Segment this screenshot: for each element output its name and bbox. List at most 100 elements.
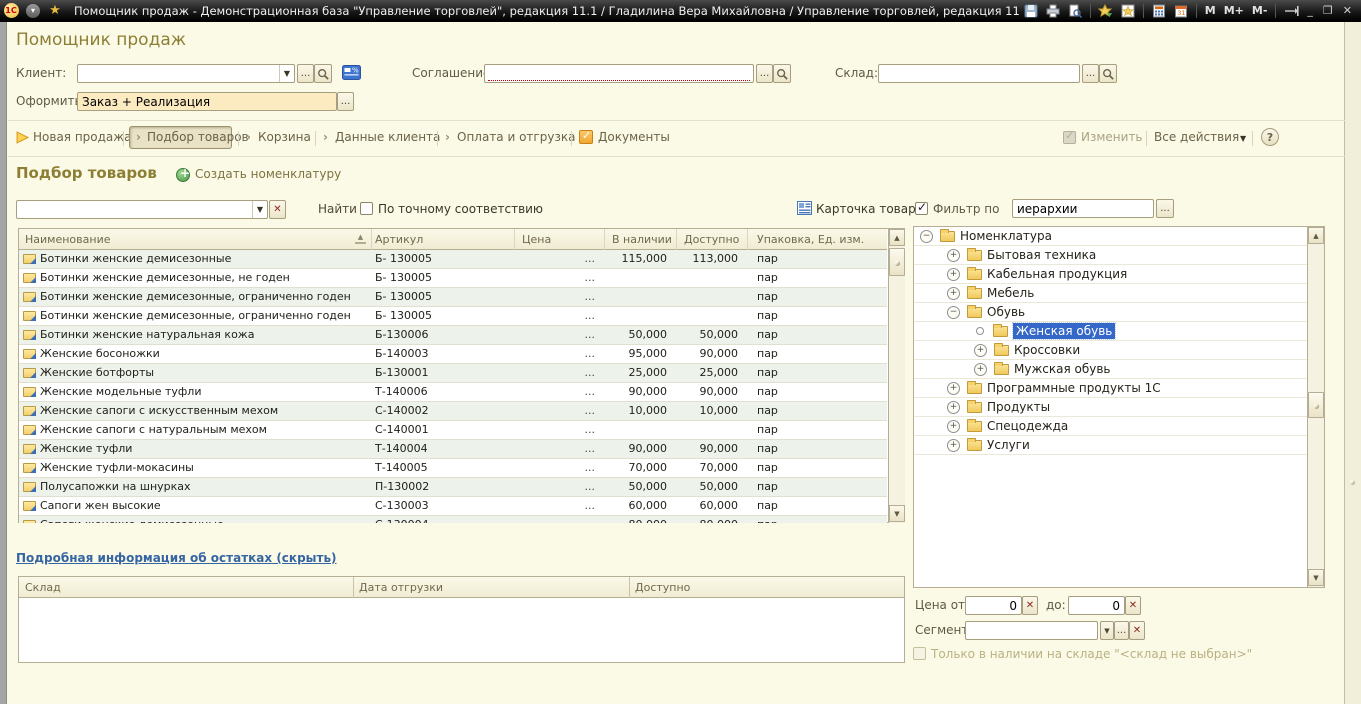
tree-item[interactable]: +Кроссовки xyxy=(914,341,1307,360)
table-row[interactable]: Ботинки женские демисезонные, не годенБ-… xyxy=(19,269,887,288)
filter-by-checkbox[interactable] xyxy=(915,202,928,215)
price-picker-cell[interactable]: ... xyxy=(518,516,600,523)
tree-item[interactable]: +Мужская обувь xyxy=(914,360,1307,379)
discount-card-icon[interactable]: % xyxy=(342,65,361,83)
price-to-clear-button[interactable]: ✕ xyxy=(1125,596,1141,615)
price-picker-cell[interactable]: ... xyxy=(518,288,600,306)
price-from-clear-button[interactable]: ✕ xyxy=(1022,596,1038,615)
price-picker-cell[interactable]: ... xyxy=(518,383,600,401)
table-row[interactable]: Женские туфлиТ-140004...90,00090,000пар xyxy=(19,440,887,459)
price-picker-cell[interactable]: ... xyxy=(518,402,600,420)
table-row[interactable]: Женские сапоги с искусственным мехомС-14… xyxy=(19,402,887,421)
segment-choose-button[interactable]: ... xyxy=(1114,621,1129,640)
price-from-input[interactable] xyxy=(965,596,1022,615)
price-picker-cell[interactable]: ... xyxy=(518,440,600,458)
expand-icon[interactable]: + xyxy=(947,249,960,262)
product-card-button[interactable]: Карточка товара xyxy=(816,202,923,216)
column-name[interactable]: Наименование xyxy=(25,229,355,250)
issue-choose-button[interactable]: ... xyxy=(337,92,354,111)
table-row[interactable]: Женские модельные туфлиТ-140006...90,000… xyxy=(19,383,887,402)
search-input[interactable] xyxy=(16,200,268,219)
products-scrollbar[interactable]: ▲ ▼ xyxy=(888,229,905,523)
favorites-star-icon[interactable]: ★ xyxy=(46,3,64,19)
scroll-down-icon[interactable]: ▼ xyxy=(1308,569,1324,586)
only-in-stock-checkbox[interactable] xyxy=(913,647,926,660)
price-picker-cell[interactable]: ... xyxy=(518,421,600,439)
edit-button[interactable]: Изменить xyxy=(1081,130,1143,144)
table-row[interactable]: Женские туфли-мокасиныТ-140005...70,0007… xyxy=(19,459,887,478)
agreement-choose-button[interactable]: ... xyxy=(756,64,773,83)
client-choose-button[interactable]: ... xyxy=(297,64,314,83)
minimize-button[interactable]: _ xyxy=(1302,4,1318,17)
table-row[interactable]: Ботинки женские демисезонныеБ- 130005...… xyxy=(19,250,887,269)
price-picker-cell[interactable]: ... xyxy=(518,307,600,325)
price-picker-cell[interactable]: ... xyxy=(518,345,600,363)
price-picker-cell[interactable]: ... xyxy=(518,497,600,515)
expand-icon[interactable]: + xyxy=(947,382,960,395)
scroll-thumb[interactable] xyxy=(1308,392,1324,418)
price-picker-cell[interactable]: ... xyxy=(518,478,600,496)
tree-item[interactable]: −Номенклатура xyxy=(914,227,1307,246)
segment-dropdown-button[interactable]: ▼ xyxy=(1100,621,1114,640)
table-row[interactable]: Ботинки женские демисезонные, ограниченн… xyxy=(19,307,887,326)
expand-icon[interactable]: + xyxy=(947,420,960,433)
column-available[interactable]: Доступно xyxy=(635,577,835,598)
products-table-header[interactable]: Наименование ▲ Артикул Цена В наличии До… xyxy=(19,229,887,250)
tree-item[interactable]: +Программные продукты 1С xyxy=(914,379,1307,398)
table-row[interactable]: Ботинки женские демисезонные, ограниченн… xyxy=(19,288,887,307)
price-picker-cell[interactable]: ... xyxy=(518,326,600,344)
all-actions-button[interactable]: Все действия xyxy=(1154,130,1239,144)
warehouse-input[interactable] xyxy=(878,64,1080,83)
tab-documents[interactable]: Документы xyxy=(598,130,670,144)
search-clear-button[interactable]: ✕ xyxy=(269,200,286,219)
column-warehouse[interactable]: Склад xyxy=(25,577,345,598)
column-available[interactable]: Доступно xyxy=(684,229,742,250)
fit-width-icon[interactable] xyxy=(1282,3,1300,19)
segment-clear-button[interactable]: ✕ xyxy=(1129,621,1145,640)
price-picker-cell[interactable]: ... xyxy=(518,269,600,287)
maximize-button[interactable]: ❐ xyxy=(1318,4,1338,17)
segment-input[interactable] xyxy=(965,621,1098,640)
issue-mode-input[interactable] xyxy=(77,92,337,111)
table-row[interactable]: Женские сапоги с натуральным мехомС-1400… xyxy=(19,421,887,440)
tree-item[interactable]: Женская обувь xyxy=(914,322,1307,341)
1c-logo-icon[interactable]: 1С xyxy=(2,3,20,19)
stock-table-header[interactable]: Склад Дата отгрузки Доступно xyxy=(19,577,904,598)
tab-new-sale[interactable]: Новая продажа xyxy=(33,130,131,144)
agreement-search-button[interactable] xyxy=(773,64,791,83)
tree-item[interactable]: +Спецодежда xyxy=(914,417,1307,436)
collapse-icon[interactable]: − xyxy=(920,230,933,243)
add-favorite-icon[interactable] xyxy=(1097,3,1115,19)
table-row[interactable]: Сапоги жен высокиеС-130003...60,00060,00… xyxy=(19,497,887,516)
help-button[interactable]: ? xyxy=(1261,128,1279,146)
price-picker-cell[interactable]: ... xyxy=(518,364,600,382)
scroll-down-icon[interactable]: ▼ xyxy=(889,505,905,522)
scroll-up-icon[interactable]: ▲ xyxy=(1308,227,1324,244)
client-search-button[interactable] xyxy=(314,64,332,83)
filter-choose-button[interactable]: ... xyxy=(1156,199,1174,218)
window-scrollbar[interactable] xyxy=(1344,22,1361,704)
close-button[interactable]: ✕ xyxy=(1338,4,1357,17)
main-menu-icon[interactable]: ▾ xyxy=(24,3,42,19)
agreement-input[interactable] xyxy=(484,64,754,83)
print-icon[interactable] xyxy=(1044,3,1062,19)
tab-product-selection[interactable]: Подбор товаров xyxy=(147,130,249,144)
tab-client-data[interactable]: Данные клиента xyxy=(335,130,440,144)
create-nomenclature-button[interactable]: Создать номенклатуру xyxy=(195,167,341,181)
filter-value-input[interactable] xyxy=(1012,199,1154,218)
column-ship-date[interactable]: Дата отгрузки xyxy=(359,577,619,598)
find-button[interactable]: Найти xyxy=(318,202,357,216)
expand-icon[interactable]: + xyxy=(947,268,960,281)
favorites-list-icon[interactable] xyxy=(1119,3,1137,19)
tree-item[interactable]: +Продукты xyxy=(914,398,1307,417)
expand-icon[interactable]: + xyxy=(947,287,960,300)
column-in-stock[interactable]: В наличии xyxy=(612,229,672,250)
client-dropdown-icon[interactable]: ▼ xyxy=(279,65,294,82)
memory-m-plus-button[interactable]: M+ xyxy=(1220,4,1248,17)
memory-m-minus-button[interactable]: M- xyxy=(1248,4,1272,17)
table-row[interactable]: Женские босоножкиБ-140003...95,00090,000… xyxy=(19,345,887,364)
column-packaging-unit[interactable]: Упаковка, Ед. изм. xyxy=(757,229,885,250)
search-dropdown-icon[interactable]: ▼ xyxy=(252,201,267,218)
stock-details-link[interactable]: Подробная информация об остатках (скрыть… xyxy=(16,551,337,565)
tree-scrollbar[interactable]: ▲ ▼ xyxy=(1307,227,1324,587)
